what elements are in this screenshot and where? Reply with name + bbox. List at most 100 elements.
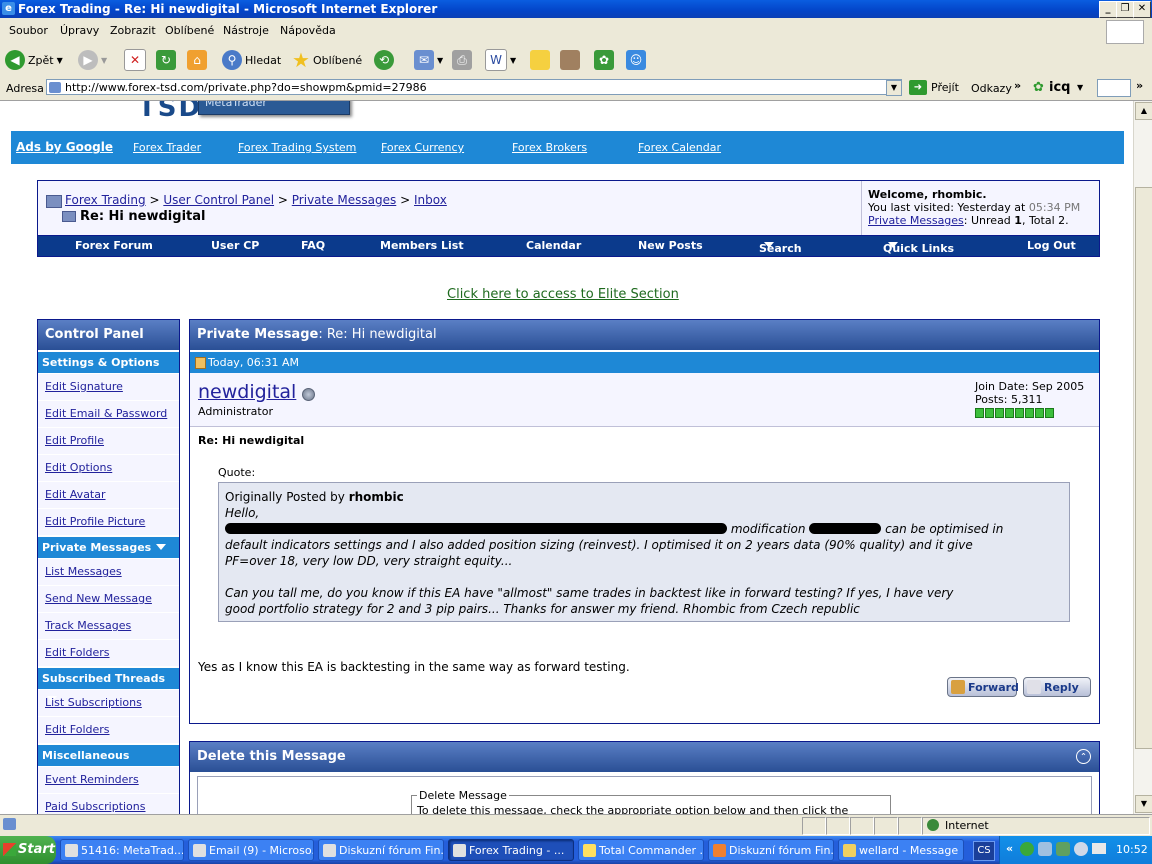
sidebar-item-edit-signature[interactable]: Edit Signature [38,374,179,401]
ads-by-google-link[interactable]: Ads by Google [16,140,113,154]
menu-tools[interactable]: Nástroje [223,24,269,37]
restore-button[interactable]: ❐ [1116,1,1134,18]
nav-log-out[interactable]: Log Out [1027,239,1076,252]
menu-help[interactable]: Nápověda [280,24,336,37]
scroll-down-icon[interactable]: ▼ [1135,795,1152,813]
sidebar-item-track-messages[interactable]: Track Messages [38,613,179,640]
menu-edit[interactable]: Úpravy [60,24,99,37]
site-logo[interactable]: TSD MetaTrader [0,101,1133,123]
mail-button[interactable]: ✉ ▼ [414,48,443,72]
task-total-commander[interactable]: Total Commander ... [578,839,704,861]
messenger-button[interactable]: ☺ [626,48,646,72]
go-button[interactable]: ➜ Přejít [909,80,959,95]
breadcrumb-private-messages[interactable]: Private Messages [292,193,397,207]
ad-link-forex-trading-system[interactable]: Forex Trading System [238,141,356,154]
ad-link-forex-trader[interactable]: Forex Trader [133,141,201,154]
sidebar-link[interactable]: Send New Message [45,592,152,605]
ad-link-forex-calendar[interactable]: Forex Calendar [638,141,721,154]
sidebar-item-list-messages[interactable]: List Messages [38,559,179,586]
minimize-button[interactable]: _ [1099,1,1117,18]
close-button[interactable]: ✕ [1133,1,1151,18]
home-button[interactable]: ⌂ [187,48,207,72]
network-tray-icon[interactable] [1038,842,1052,856]
sidebar-item-send-new-message[interactable]: Send New Message [38,586,179,613]
collapse-icon[interactable]: ⌃ [1076,749,1091,764]
sidebar-link[interactable]: List Messages [45,565,122,578]
sidebar-item-list-subscriptions[interactable]: List Subscriptions [38,690,179,717]
history-button[interactable]: ⟲ [374,48,394,72]
start-button[interactable]: Start [0,836,56,864]
sidebar-item-edit-profile-picture[interactable]: Edit Profile Picture [38,509,179,536]
nav-user-cp[interactable]: User CP [211,239,259,252]
scroll-thumb[interactable] [1135,187,1152,749]
icq-dropdown-icon[interactable]: ▼ [1077,83,1083,92]
nav-calendar[interactable]: Calendar [526,239,581,252]
reply-button[interactable]: Reply [1023,677,1091,697]
pm-username[interactable]: newdigital [198,381,296,403]
sidebar-link[interactable]: Edit Email & Password [45,407,167,420]
elite-section-link[interactable]: Click here to access to Elite Section [447,287,679,302]
nav-forex-forum[interactable]: Forex Forum [75,239,153,252]
breadcrumb-user-control-panel[interactable]: User Control Panel [163,193,274,207]
icq-button[interactable]: ✿ [594,48,614,72]
sidebar-item-subs-edit-folders[interactable]: Edit Folders [38,717,179,744]
sidebar-item-edit-folders[interactable]: Edit Folders [38,640,179,667]
stop-button[interactable]: ✕ [124,48,146,72]
forward-dropdown-icon[interactable]: ▼ [101,56,107,65]
sidebar-link[interactable]: Edit Avatar [45,488,106,501]
sidebar-link[interactable]: Edit Options [45,461,112,474]
mail-dropdown-icon[interactable]: ▼ [437,56,443,65]
icq-tray-icon[interactable] [1020,842,1034,856]
sidebar-item-edit-email-password[interactable]: Edit Email & Password [38,401,179,428]
sidebar-link[interactable]: Paid Subscriptions [45,800,146,813]
task-forex-trading[interactable]: Forex Trading - ... [448,839,574,861]
notes-button[interactable] [530,48,550,72]
scroll-up-icon[interactable]: ▲ [1135,102,1152,120]
menu-view[interactable]: Zobrazit [110,24,156,37]
task-diskuzni-1[interactable]: Diskuzní fórum Fin... [318,839,444,861]
forward-button[interactable]: Forward [947,677,1019,697]
sidebar-item-edit-profile[interactable]: Edit Profile [38,428,179,455]
edit-button[interactable]: W ▼ [485,48,516,72]
refresh-button[interactable]: ↻ [156,48,176,72]
menu-file[interactable]: Soubor [9,24,48,37]
task-email[interactable]: Email (9) - Microso... [188,839,314,861]
language-indicator[interactable]: CS [973,841,995,861]
icq-search-input[interactable] [1097,79,1131,97]
sidebar-item-edit-options[interactable]: Edit Options [38,455,179,482]
sidebar-link[interactable]: Edit Profile [45,434,104,447]
links-button[interactable]: Odkazy [971,82,1012,95]
menu-favorites[interactable]: Oblíbené [165,24,214,37]
vertical-scrollbar[interactable]: ▲ ▼ [1133,101,1152,814]
address-input[interactable]: http://www.forex-tsd.com/private.php?do=… [46,79,902,95]
volume-tray-icon[interactable] [1074,842,1088,856]
address-dropdown-icon[interactable]: ▼ [886,80,902,96]
task-wellard[interactable]: wellard - Message [838,839,964,861]
private-messages-header[interactable]: Private Messages [38,536,179,559]
sidebar-item-event-reminders[interactable]: Event Reminders [38,767,179,794]
sidebar-item-paid-subscriptions[interactable]: Paid Subscriptions [38,794,179,814]
subscribed-threads-header[interactable]: Subscribed Threads [38,667,179,702]
research-button[interactable] [560,48,580,72]
welcome-pm-link[interactable]: Private Messages [868,214,964,227]
forward-button[interactable]: ▶ ▼ [78,48,107,72]
sidebar-link[interactable]: Edit Profile Picture [45,515,145,528]
nav-members-list[interactable]: Members List [380,239,464,252]
sidebar-item-edit-avatar[interactable]: Edit Avatar [38,482,179,509]
sidebar-link[interactable]: Edit Folders [45,646,110,659]
icq-label[interactable]: icq [1049,80,1070,95]
sidebar-link[interactable]: Track Messages [45,619,131,632]
search-button[interactable]: ⚲ Hledat [222,48,281,72]
sidebar-link[interactable]: Edit Folders [45,723,110,736]
app-tray-icon[interactable] [1056,842,1070,856]
back-button[interactable]: ◀ Zpět ▼ [5,48,63,72]
back-dropdown-icon[interactable]: ▼ [57,56,63,65]
breadcrumb-inbox[interactable]: Inbox [414,193,447,207]
sidebar-link[interactable]: List Subscriptions [45,696,142,709]
forum-home-icon[interactable] [46,195,62,208]
sidebar-link[interactable]: Event Reminders [45,773,139,786]
print-button[interactable]: ⎙ [452,48,472,72]
task-diskuzni-2[interactable]: Diskuzní fórum Fin... [708,839,834,861]
breadcrumb-forex-trading[interactable]: Forex Trading [65,193,146,207]
ad-link-forex-brokers[interactable]: Forex Brokers [512,141,587,154]
